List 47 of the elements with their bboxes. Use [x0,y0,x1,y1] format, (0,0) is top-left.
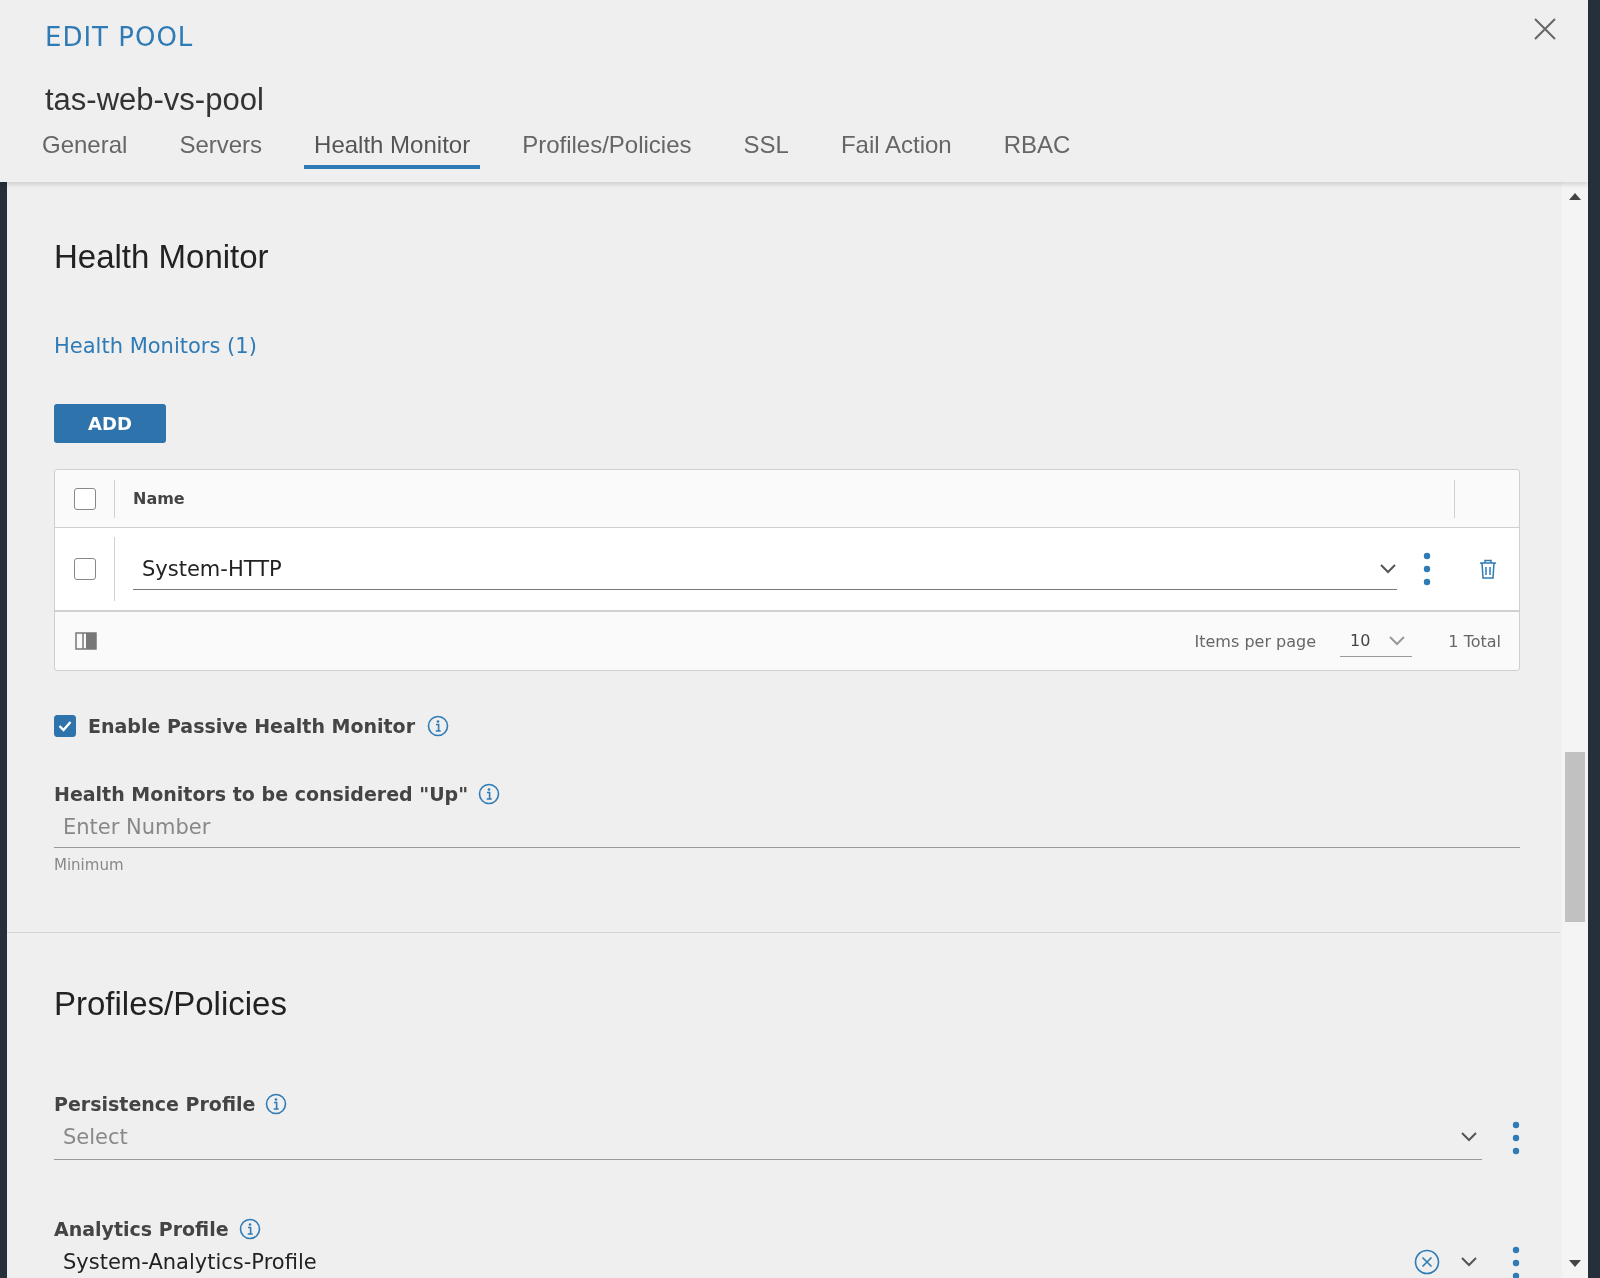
scroll-down-icon[interactable] [1569,1260,1581,1268]
pool-name: tas-web-vs-pool [45,82,265,118]
more-options-icon[interactable] [1512,1120,1520,1155]
info-icon[interactable] [478,783,501,805]
checkbox[interactable] [73,487,96,510]
tab[interactable]: Profiles/Policies [512,128,702,169]
field-label: Analytics Profile [54,1218,229,1240]
tab[interactable]: RBAC [993,128,1081,169]
tab[interactable]: SSL [733,128,799,169]
chevron-down-icon[interactable] [1460,1256,1478,1268]
checkbox[interactable] [73,558,96,580]
section-heading: Health Monitor [54,238,270,276]
field-label: Health Monitors to be considered "Up" [54,783,469,805]
scroll-up-icon[interactable] [1569,192,1581,200]
number-input[interactable]: Enter Number [54,807,1520,848]
close-icon[interactable] [1534,18,1556,40]
health-monitors-link[interactable]: Health Monitors (1) [54,334,257,358]
items-per-page-label: Items per page [1194,631,1316,651]
tab[interactable]: Fail Action [830,128,962,169]
tab[interactable]: General [32,128,138,169]
checkmark-icon [58,720,72,732]
total-count: 1 Total [1448,631,1501,651]
tab[interactable]: Servers [169,128,273,169]
column-toggle-icon[interactable] [75,632,97,650]
more-options-icon[interactable] [1512,1245,1520,1278]
column-header: Name [132,489,186,508]
add-button[interactable]: ADD [54,404,166,443]
modal-title: EDIT POOL [45,22,194,52]
info-icon[interactable] [265,1093,288,1115]
profile-select[interactable]: System-Analytics-Profile [54,1240,1482,1278]
chevron-down-icon[interactable] [1460,1131,1478,1143]
clear-icon[interactable] [1414,1249,1440,1275]
checkbox[interactable] [54,715,76,737]
trash-icon[interactable] [1479,559,1497,579]
page-size-select[interactable]: 10 [1340,625,1413,657]
field-label: Persistence Profile [54,1093,256,1115]
info-icon[interactable] [238,1218,261,1240]
chevron-down-icon[interactable] [1379,562,1397,575]
field-hint: Minimum [54,856,125,874]
tab[interactable]: Health Monitor [304,128,481,169]
info-icon[interactable] [427,715,450,737]
profile-select[interactable]: Select [54,1115,1482,1160]
checkbox-label: Enable Passive Health Monitor [88,715,416,737]
scrollbar-thumb[interactable] [1565,752,1585,922]
scrollbar[interactable] [1562,182,1588,1278]
more-options-icon[interactable] [1423,552,1431,586]
section-heading: Profiles/Policies [54,985,288,1023]
